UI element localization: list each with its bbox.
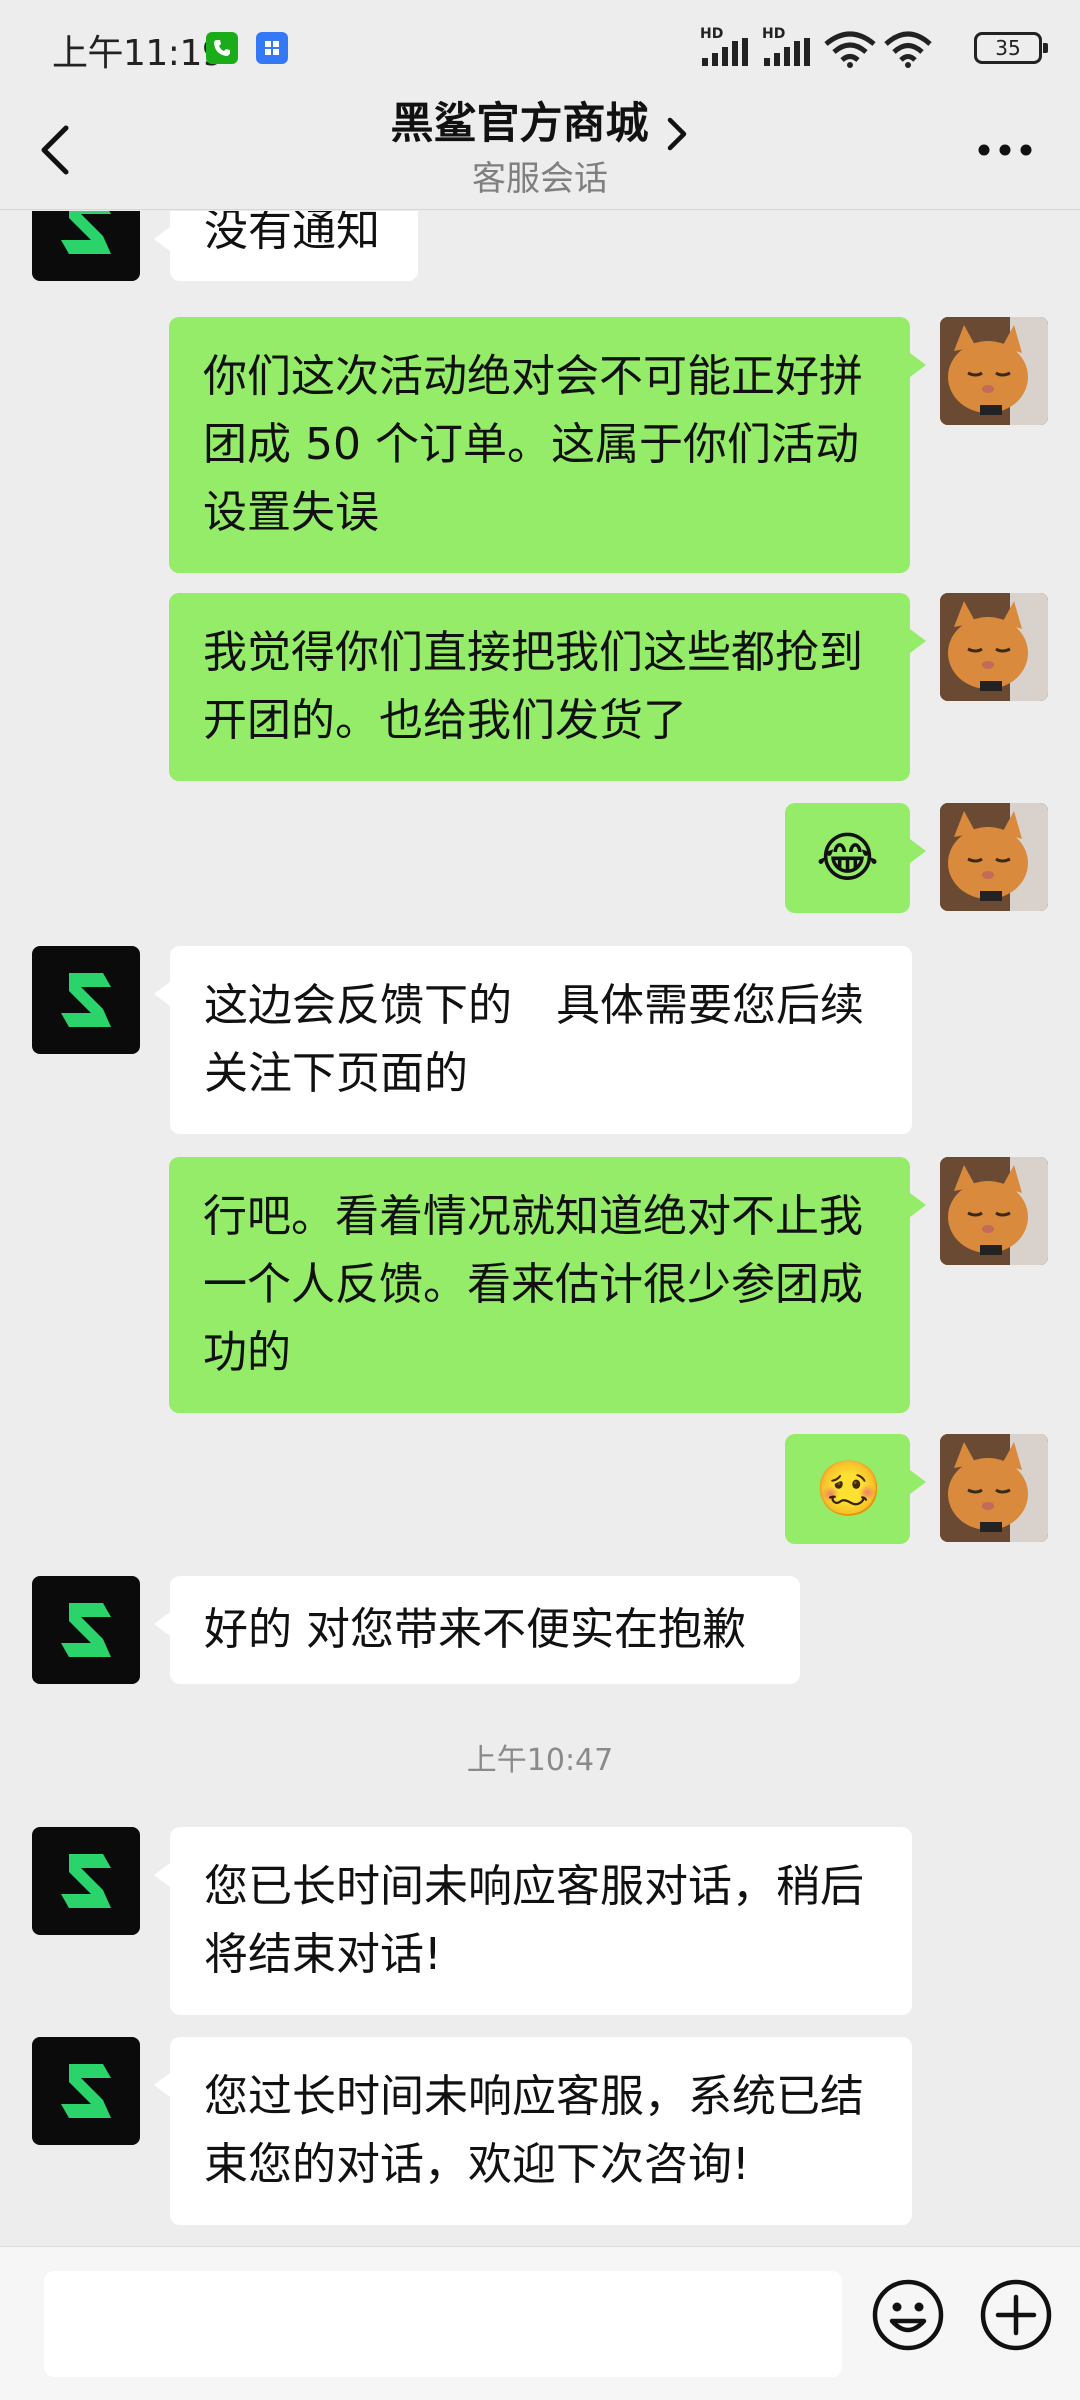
shop-avatar[interactable] <box>32 1576 140 1684</box>
shop-logo-icon <box>61 2064 111 2118</box>
cat-avatar-icon <box>940 317 1048 425</box>
chevron-right-icon <box>667 117 686 150</box>
input-bar <box>0 2246 1080 2400</box>
more-functions-button[interactable] <box>978 2277 1054 2353</box>
message-list[interactable]: 没有通知 你们这次活动绝对会不可能正好拼团成 50 个订单。这属于你们活动设置失… <box>0 211 1080 2246</box>
message-bubble-outgoing[interactable]: 行吧。看着情况就知道绝对不止我一个人反馈。看来估计很少参团成功的 <box>169 1157 926 1413</box>
status-time: 上午11:19 <box>52 33 225 74</box>
message-bubble-incoming[interactable]: 这边会反馈下的 具体需要您后续关注下页面的 <box>154 946 912 1134</box>
chat-header: 黑鲨官方商城 客服会话 <box>0 90 1080 210</box>
more-dots-icon <box>978 144 1032 156</box>
message-input[interactable] <box>44 2271 842 2377</box>
shop-avatar[interactable] <box>32 211 140 281</box>
wifi-icon <box>824 31 876 68</box>
cat-avatar-icon <box>940 1157 1048 1265</box>
message-bubble-incoming[interactable]: 您过长时间未响应客服，系统已结束您的对话，欢迎下次咨询! <box>154 2037 912 2225</box>
user-avatar[interactable] <box>940 803 1048 911</box>
user-avatar[interactable] <box>940 1157 1048 1265</box>
message-bubble-outgoing-emoji[interactable]: 🥴 <box>785 1434 926 1544</box>
user-avatar[interactable] <box>940 593 1048 701</box>
shop-avatar[interactable] <box>32 1827 140 1935</box>
title-area[interactable]: 黑鲨官方商城 客服会话 <box>0 90 1080 202</box>
chat-title[interactable]: 黑鲨官方商城 <box>390 90 648 154</box>
plus-icon <box>980 2279 1052 2351</box>
message-bubble-outgoing[interactable]: 你们这次活动绝对会不可能正好拼团成 50 个订单。这属于你们活动设置失误 <box>169 317 926 573</box>
signal-icon <box>702 38 748 66</box>
user-avatar[interactable] <box>940 317 1048 425</box>
shop-logo-icon <box>61 211 111 254</box>
shop-avatar[interactable] <box>32 2037 140 2145</box>
shop-logo-icon <box>61 1603 111 1657</box>
time-divider: 上午10:47 <box>466 1743 614 1778</box>
message-bubble-incoming[interactable]: 没有通知 <box>154 211 418 281</box>
message-bubble-outgoing[interactable]: 我觉得你们直接把我们这些都抢到开团的。也给我们发货了 <box>169 593 926 781</box>
more-button[interactable] <box>970 130 1040 170</box>
signal-indicators: HD HD <box>700 26 1000 70</box>
shop-logo-icon <box>61 1854 111 1908</box>
chat-subtitle: 客服会话 <box>472 159 608 199</box>
woozy-emoji: 🥴 <box>815 1457 883 1520</box>
app-notification-icon <box>256 32 288 64</box>
cat-avatar-icon <box>940 593 1048 701</box>
phone-call-icon <box>206 32 238 64</box>
battery-indicator: 35 <box>974 32 1048 64</box>
shop-avatar[interactable] <box>32 946 140 1054</box>
status-bar: 上午11:19 HD HD 35 <box>0 0 1080 90</box>
signal-icon-2 <box>764 38 810 66</box>
cat-avatar-icon <box>940 1434 1048 1542</box>
emoji-icon <box>872 2279 944 2351</box>
shop-logo-icon <box>61 973 111 1027</box>
laughing-crying-emoji: 😂 <box>815 826 880 889</box>
user-avatar[interactable] <box>940 1434 1048 1542</box>
message-bubble-outgoing-emoji[interactable]: 😂 <box>785 803 926 913</box>
message-bubble-incoming[interactable]: 好的 对您带来不便实在抱歉 <box>154 1576 800 1684</box>
wifi-icon-2 <box>884 31 932 68</box>
emoji-button[interactable] <box>870 2277 946 2353</box>
cat-avatar-icon <box>940 803 1048 911</box>
message-bubble-incoming[interactable]: 您已长时间未响应客服对话，稍后将结束对话! <box>154 1827 912 2015</box>
